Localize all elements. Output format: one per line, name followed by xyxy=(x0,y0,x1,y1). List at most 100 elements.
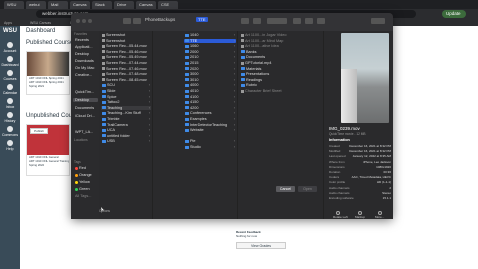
update-button[interactable]: Update xyxy=(442,10,466,18)
file-list-item[interactable]: Rubric xyxy=(240,83,322,87)
file-list-item[interactable]: Banks xyxy=(240,50,322,54)
cancel-button[interactable]: Cancel xyxy=(276,186,295,192)
file-list-item[interactable]: Presentations xyxy=(240,72,322,76)
file-list-item[interactable]: Screen Rec...08.45.mov xyxy=(101,78,151,82)
folder-list-item[interactable]: Pie › xyxy=(184,139,236,143)
options-button[interactable]: Options xyxy=(99,209,110,213)
browser-tab[interactable]: WSU xyxy=(4,1,24,9)
folder-list-item[interactable]: 4000 › xyxy=(184,83,236,87)
bookmark[interactable]: WSU Canvas xyxy=(30,21,51,25)
browser-tab[interactable]: Drive xyxy=(114,1,134,9)
window-zoom-icon[interactable] xyxy=(88,19,92,23)
file-list-item[interactable]: Art 1100...ative Idea xyxy=(240,44,322,48)
sidebar-item[interactable]: Documents xyxy=(75,106,94,110)
file-list-item[interactable]: Teaching...Kim Stuff › xyxy=(101,111,151,115)
tag-orange[interactable]: Orange xyxy=(75,173,92,177)
tag-icon[interactable] xyxy=(305,18,313,24)
course-card[interactable]: Publish ART 1010 ONL General ART 1010 ON… xyxy=(26,124,70,176)
tag-yellow[interactable]: Yellow xyxy=(75,180,90,184)
file-list-item[interactable]: Screenshot xyxy=(101,33,151,37)
markup-button[interactable]: Markup xyxy=(355,211,365,219)
file-list-item[interactable]: Slide › xyxy=(101,89,151,93)
sidebar-item[interactable]: Applicati... xyxy=(75,45,93,49)
folder-list-item[interactable]: 2015 › xyxy=(184,61,236,65)
search-field-icon[interactable] xyxy=(267,18,287,24)
file-list-item[interactable]: TrailCamera › xyxy=(101,123,151,127)
folder-list-item[interactable]: 1060 › xyxy=(184,44,236,48)
nav-dashboard[interactable]: Dashboard xyxy=(0,56,20,68)
folder-list-item[interactable]: 3000 › xyxy=(184,72,236,76)
sidebar-item[interactable]: Creative... xyxy=(75,73,92,77)
tag-red[interactable]: Red xyxy=(75,166,86,170)
forward-icon[interactable] xyxy=(133,18,141,24)
folder-list-item[interactable]: 4200 › xyxy=(184,106,236,110)
group-icon[interactable] xyxy=(253,18,261,24)
folder-list-item[interactable]: InterDetectorTeaching › xyxy=(184,123,236,127)
file-list-item[interactable]: Art 1100...in Jogar Video xyxy=(240,33,322,37)
file-list-item[interactable]: Screen Rec...05.49.mov xyxy=(101,55,151,59)
file-list-item[interactable]: Screen Rec...05.46.mov xyxy=(101,50,151,54)
sidebar-item[interactable]: iCloud Dri... xyxy=(75,114,95,118)
nav-inbox[interactable]: Inbox xyxy=(0,98,20,110)
file-list-item[interactable]: Screen Rec...07.44.mov xyxy=(101,61,151,65)
nav-calendar[interactable]: Calendar xyxy=(0,84,20,96)
search-icon[interactable] xyxy=(371,18,385,24)
folder-list-item[interactable]: 2000 › xyxy=(184,50,236,54)
file-list-item[interactable]: Screen Rec...05.44.mov xyxy=(101,44,151,48)
bookmark[interactable]: Apps xyxy=(4,21,12,25)
file-list-item[interactable]: Documents xyxy=(240,55,322,59)
more-options-icon[interactable] xyxy=(317,18,325,24)
window-close-icon[interactable] xyxy=(76,19,80,23)
browser-tab[interactable]: Canvas xyxy=(136,1,156,9)
folder-list-item[interactable]: 3010 › xyxy=(184,78,236,82)
wsu-logo[interactable]: WSU xyxy=(2,28,18,38)
nav-help[interactable]: Help xyxy=(0,140,20,152)
file-list-item[interactable]: SCU › xyxy=(101,83,151,87)
folder-list-item[interactable]: 4150 › xyxy=(184,100,236,104)
folder-list-item[interactable]: Website › xyxy=(184,128,236,132)
folder-list-item[interactable]: Examples › xyxy=(184,117,236,121)
folder-list-item[interactable]: 4100 › xyxy=(184,95,236,99)
sidebar-item[interactable]: On My Mac xyxy=(75,66,94,70)
share-icon[interactable] xyxy=(293,18,301,24)
file-list-item[interactable]: Tattoo2 › xyxy=(101,100,151,104)
folder-list-item[interactable]: Conferences › xyxy=(184,111,236,115)
nav-courses[interactable]: Courses xyxy=(0,70,20,82)
back-icon[interactable] xyxy=(123,18,131,24)
more-button[interactable]: More... xyxy=(375,211,384,219)
folder-list-item[interactable]: 2020 › xyxy=(184,67,236,71)
file-list-item[interactable]: Spice › xyxy=(101,95,151,99)
view-grades-button[interactable]: View Grades xyxy=(236,242,286,249)
open-button[interactable]: Open xyxy=(298,186,317,192)
path-popup[interactable]: TTE xyxy=(196,17,208,22)
sidebar-item[interactable]: Recents xyxy=(75,38,89,42)
file-list-item[interactable]: Character Brief Sheet xyxy=(240,89,322,93)
file-list-item[interactable]: Teaching › xyxy=(101,105,151,110)
file-list-item[interactable]: UCA › xyxy=(101,128,151,132)
file-list-item[interactable]: Screenshot xyxy=(101,39,151,43)
browser-tab[interactable]: Mail xyxy=(48,1,68,9)
browser-tab[interactable]: webui xyxy=(26,1,46,9)
folder-list-item[interactable]: TTE › xyxy=(184,38,236,43)
folder-list-item[interactable]: Studio › xyxy=(184,145,236,149)
publish-badge[interactable]: Publish xyxy=(30,128,48,134)
sidebar-item[interactable]: Downloads xyxy=(75,59,94,63)
sidebar-item[interactable]: Desktop xyxy=(75,52,89,56)
file-list-item[interactable]: untitled folder › xyxy=(101,134,151,138)
file-list-item[interactable]: Trimble › xyxy=(101,117,151,121)
file-list-item[interactable]: USB › xyxy=(101,139,151,143)
file-list-item[interactable]: Screen Rec...07.46.mov xyxy=(101,67,151,71)
browser-tab[interactable]: Slack xyxy=(92,1,112,9)
file-list-item[interactable]: Readings xyxy=(240,78,322,82)
file-list-item[interactable]: Art 1100...ar Mind Map xyxy=(240,39,322,43)
file-list-item[interactable]: Screen Rec...07.48.mov xyxy=(101,72,151,76)
dialog-location-title[interactable]: PhoneBackups xyxy=(145,17,175,22)
window-minimize-icon[interactable] xyxy=(82,19,86,23)
course-card[interactable]: ART 1010 ONL Spring 2021 ART 1010 ONL Sp… xyxy=(26,51,70,95)
folder-list-item[interactable]: 2010 › xyxy=(184,55,236,59)
folder-list-item[interactable]: 1040 › xyxy=(184,33,236,37)
sidebar-item-desktop[interactable]: Desktop xyxy=(73,98,98,102)
nav-commons[interactable]: Commons xyxy=(0,126,20,138)
folder-list-item[interactable]: 4010 › xyxy=(184,89,236,93)
rotate-left-button[interactable]: Rotate Left xyxy=(333,211,348,219)
